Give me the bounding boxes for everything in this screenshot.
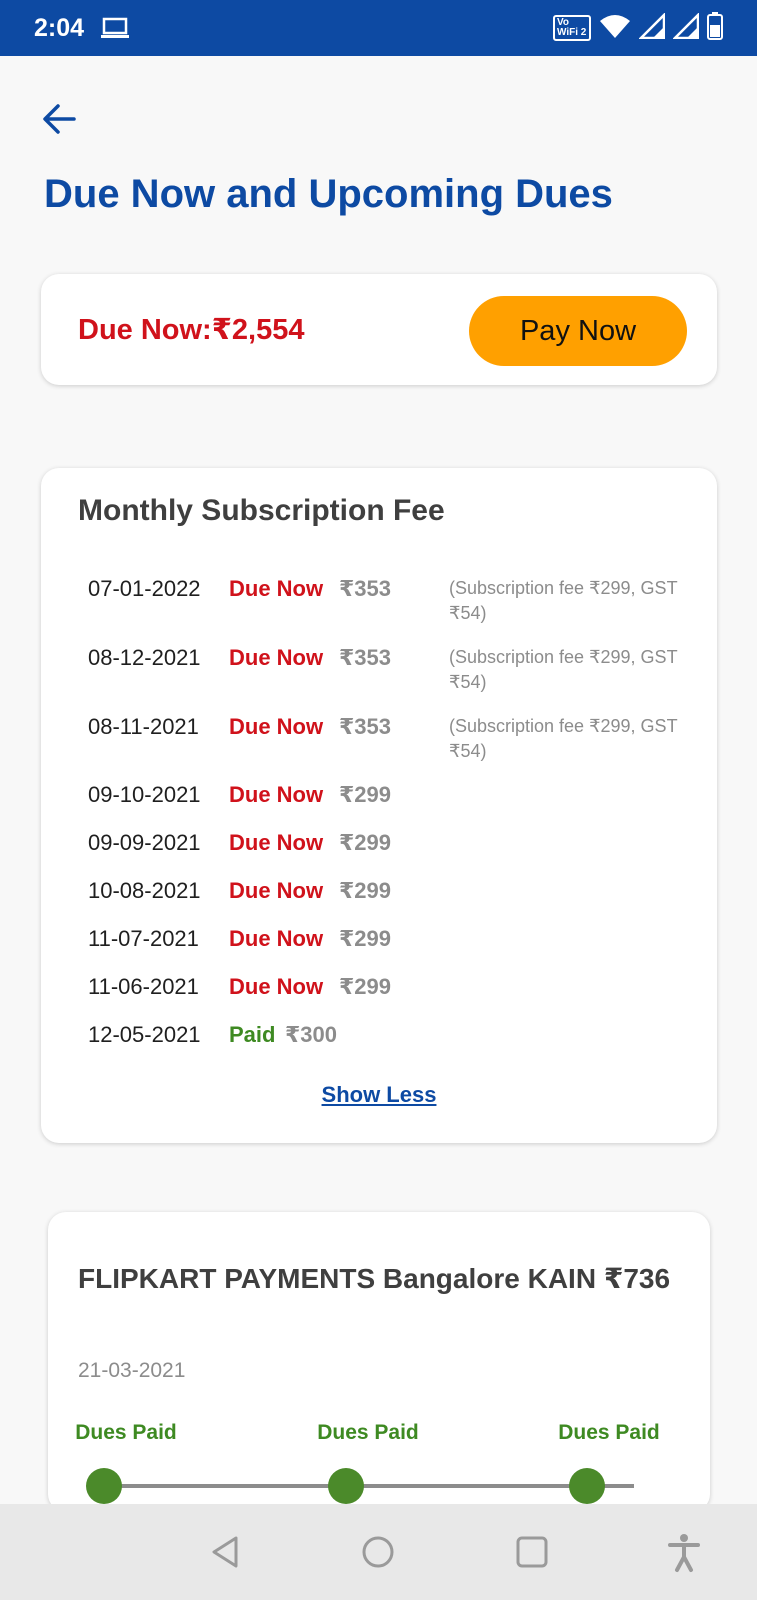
- show-less-link[interactable]: Show Less: [41, 1082, 717, 1108]
- wifi-icon: [599, 13, 631, 44]
- fee-row: 08-11-2021 Due Now ₹353 (Subscription fe…: [88, 714, 708, 764]
- fee-status: Due Now: [229, 878, 324, 903]
- merchant-date: 21-03-2021: [78, 1359, 186, 1382]
- pay-now-button[interactable]: Pay Now: [469, 296, 687, 366]
- merchant-name: FLIPKART PAYMENTS Bangalore KAIN ₹736: [78, 1263, 671, 1294]
- fee-amount: ₹299: [339, 974, 392, 999]
- fee-status: Due Now: [229, 974, 324, 999]
- fee-row: 11-07-2021 Due Now ₹299: [88, 926, 708, 976]
- recents-square-icon[interactable]: [510, 1530, 554, 1574]
- step-label: Dues Paid: [75, 1421, 177, 1444]
- fee-note: (Subscription fee ₹299, GST ₹54): [449, 716, 678, 761]
- signal-icon: [671, 11, 700, 44]
- battery-icon: [707, 11, 723, 45]
- page-title: Due Now and Upcoming Dues: [44, 172, 613, 216]
- fee-date: 11-07-2021: [88, 926, 199, 951]
- fee-date: 10-08-2021: [88, 878, 201, 903]
- fee-amount: ₹299: [339, 782, 392, 807]
- progress-dot: [328, 1468, 364, 1504]
- fee-status: Paid: [229, 1022, 276, 1047]
- fee-amount: ₹353: [339, 576, 392, 601]
- step-label: Dues Paid: [558, 1421, 660, 1444]
- fee-row: 07-01-2022 Due Now ₹353 (Subscription fe…: [88, 576, 708, 626]
- fee-date: 11-06-2021: [88, 974, 199, 999]
- system-nav-bar: [0, 1504, 757, 1600]
- progress-line: [104, 1484, 634, 1488]
- progress-dot: [86, 1468, 122, 1504]
- fee-status: Due Now: [229, 830, 324, 855]
- status-icons: Vo WiFi 2: [553, 11, 723, 45]
- vowifi-bottom-text: WiFi 2: [557, 27, 587, 38]
- due-now-card: Due Now:₹2,554 Pay Now: [41, 274, 717, 385]
- home-circle-icon[interactable]: [356, 1530, 400, 1574]
- section-title: Monthly Subscription Fee: [78, 494, 445, 527]
- vowifi-icon: Vo WiFi 2: [553, 15, 591, 41]
- fee-amount: ₹299: [339, 926, 392, 951]
- fee-status: Due Now: [229, 576, 324, 601]
- fee-date: 08-12-2021: [88, 645, 201, 670]
- fee-date: 08-11-2021: [88, 714, 199, 739]
- fee-row: 09-10-2021 Due Now ₹299: [88, 782, 708, 832]
- laptop-icon: [100, 16, 130, 40]
- fee-row: 08-12-2021 Due Now ₹353 (Subscription fe…: [88, 645, 708, 695]
- due-now-amount: Due Now:₹2,554: [78, 314, 305, 346]
- back-triangle-icon[interactable]: [204, 1530, 248, 1574]
- fee-status: Due Now: [229, 782, 324, 807]
- fee-status: Due Now: [229, 714, 324, 739]
- fee-amount: ₹353: [339, 714, 392, 739]
- step-label: Dues Paid: [317, 1421, 419, 1444]
- fee-amount: ₹299: [339, 830, 392, 855]
- fee-status: Due Now: [229, 926, 324, 951]
- back-arrow-icon[interactable]: [38, 96, 84, 142]
- fee-row: 11-06-2021 Due Now ₹299: [88, 974, 708, 1024]
- progress-dot: [569, 1468, 605, 1504]
- signal-icon: [637, 11, 666, 44]
- fee-date: 09-10-2021: [88, 782, 201, 807]
- fee-row: 10-08-2021 Due Now ₹299: [88, 878, 708, 928]
- status-bar: 2:04 Vo WiFi 2: [0, 0, 757, 56]
- status-time: 2:04: [34, 13, 85, 42]
- subscription-fee-card: Monthly Subscription Fee 07-01-2022 Due …: [41, 468, 717, 1143]
- fee-amount: ₹300: [285, 1022, 338, 1047]
- fee-row: 12-05-2021 Paid ₹300: [88, 1022, 708, 1072]
- fee-date: 09-09-2021: [88, 830, 201, 855]
- merchant-card[interactable]: FLIPKART PAYMENTS Bangalore KAIN ₹736 21…: [48, 1212, 710, 1512]
- fee-row: 09-09-2021 Due Now ₹299: [88, 830, 708, 880]
- fee-note: (Subscription fee ₹299, GST ₹54): [449, 647, 678, 692]
- fee-amount: ₹299: [339, 878, 392, 903]
- fee-amount: ₹353: [339, 645, 392, 670]
- fee-date: 12-05-2021: [88, 1022, 201, 1047]
- fee-status: Due Now: [229, 645, 324, 670]
- fee-date: 07-01-2022: [88, 576, 201, 601]
- fee-note: (Subscription fee ₹299, GST ₹54): [449, 578, 678, 623]
- accessibility-icon[interactable]: [662, 1530, 706, 1574]
